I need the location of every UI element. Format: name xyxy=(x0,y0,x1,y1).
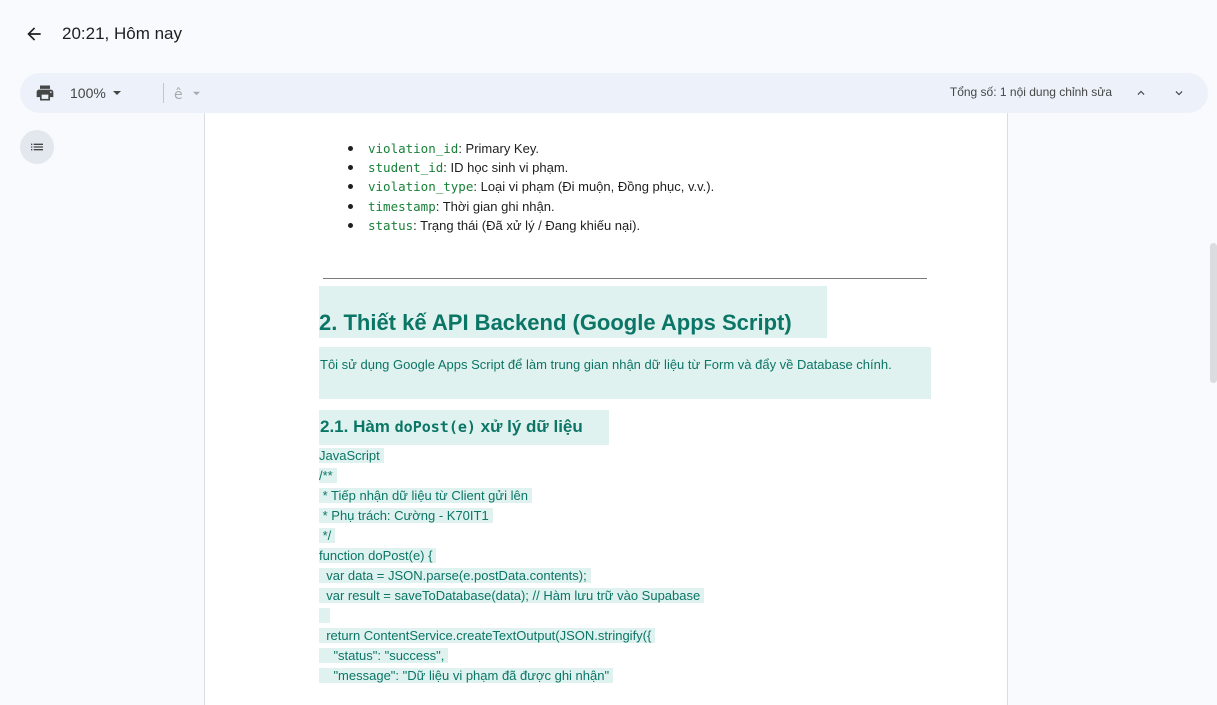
list-item: status: Trạng thái (Đã xử lý / Đang khiế… xyxy=(345,216,714,235)
list-item: student_id: ID học sinh vi phạm. xyxy=(345,158,714,177)
scrollbar-thumb[interactable] xyxy=(1210,243,1217,383)
field-name: violation_type xyxy=(368,179,474,195)
code-line-text: var data = JSON.parse(e.postData.content… xyxy=(319,568,591,583)
svg-text:ê: ê xyxy=(174,87,183,102)
code-line: * Phụ trách: Cường - K70IT1 xyxy=(319,506,704,525)
code-line: /** xyxy=(319,466,704,485)
code-line-text: * Phụ trách: Cường - K70IT1 xyxy=(319,508,493,523)
code-line-text: function doPost(e) { xyxy=(319,548,437,563)
total-edits-label: Tổng số: 1 nội dung chỉnh sửa xyxy=(949,85,1112,99)
code-line: return ContentService.createTextOutput(J… xyxy=(319,626,704,645)
subsection-suffix: xử lý dữ liệu xyxy=(475,417,583,436)
mode-dropdown[interactable]: ê xyxy=(173,83,201,103)
list-item: violation_id: Primary Key. xyxy=(345,139,714,158)
top-bar: 20:21, Hôm nay xyxy=(0,0,1217,70)
arrow-left-icon xyxy=(27,27,41,41)
next-edit-button[interactable] xyxy=(1168,82,1190,104)
document-page: ... violation_id: Primary Key. student_i… xyxy=(204,113,1008,705)
field-name: status xyxy=(368,217,414,233)
field-desc: : Thời gian ghi nhận. xyxy=(435,198,555,214)
caret-down-icon xyxy=(112,91,121,95)
code-line-text: */ xyxy=(319,528,336,543)
zoom-value: 100% xyxy=(70,85,106,101)
field-name: timestamp xyxy=(368,198,436,214)
code-line xyxy=(319,606,704,625)
code-line-text: JavaScript xyxy=(319,448,384,463)
toolbar: 100% ê Tổng số: 1 nội dung chỉnh sửa xyxy=(20,73,1208,113)
code-line: * Tiếp nhận dữ liệu từ Client gửi lên xyxy=(319,486,704,505)
previous-edit-button[interactable] xyxy=(1130,82,1152,104)
subsection-heading: 2.1. Hàm doPost(e) xử lý dữ liệu xyxy=(320,417,583,437)
code-line-text: var result = saveToDatabase(data); // Hà… xyxy=(319,588,705,603)
code-line-text xyxy=(319,608,331,623)
document-viewport[interactable]: ... violation_id: Primary Key. student_i… xyxy=(8,113,1217,705)
code-line: var result = saveToDatabase(data); // Hà… xyxy=(319,586,705,605)
cutoff-heading: ... xyxy=(365,113,383,115)
code-line-text: "status": "success", xyxy=(319,648,449,663)
code-line-text: "message": "Dữ liệu vi phạm đã được ghi … xyxy=(319,668,614,683)
version-title: 20:21, Hôm nay xyxy=(62,24,183,43)
print-button[interactable] xyxy=(34,82,56,104)
field-desc: : Primary Key. xyxy=(458,141,539,156)
code-line-text: return ContentService.createTextOutput(J… xyxy=(319,628,656,643)
code-line: function doPost(e) { xyxy=(319,546,704,565)
list-item: violation_type: Loại vi phạm (Đi muộn, Đ… xyxy=(345,177,714,196)
print-icon xyxy=(36,85,54,101)
field-list: violation_id: Primary Key. student_id: I… xyxy=(345,139,714,235)
code-line: "status": "success", xyxy=(319,646,704,665)
subsection-prefix: 2.1. Hàm xyxy=(320,417,395,436)
spelling-icon: ê xyxy=(174,87,183,102)
subsection-code: doPost(e) xyxy=(394,418,476,436)
list-item: timestamp: Thời gian ghi nhận. xyxy=(345,197,714,216)
section-heading: 2. Thiết kế API Backend (Google Apps Scr… xyxy=(319,310,792,335)
code-line: JavaScript xyxy=(319,446,704,465)
code-line: var data = JSON.parse(e.postData.content… xyxy=(319,566,704,585)
chevron-down-icon xyxy=(1175,91,1183,96)
code-line: */ xyxy=(319,526,704,545)
field-name: violation_id xyxy=(368,141,459,156)
field-desc: : Trạng thái (Đã xử lý / Đang khiếu nại)… xyxy=(413,217,641,233)
caret-down-icon xyxy=(192,91,201,95)
field-desc: : Loại vi phạm (Đi muộn, Đồng phục, v.v.… xyxy=(473,179,715,195)
field-name: student_id xyxy=(368,160,444,176)
zoom-dropdown[interactable]: 100% xyxy=(70,83,122,103)
field-desc: : ID học sinh vi phạm. xyxy=(443,160,569,176)
back-button[interactable] xyxy=(20,20,48,48)
toolbar-divider xyxy=(163,83,164,103)
section-paragraph: Tôi sử dụng Google Apps Script để làm tr… xyxy=(320,357,892,372)
code-line-text: * Tiếp nhận dữ liệu từ Client gửi lên xyxy=(319,488,532,503)
code-block: JavaScript /** * Tiếp nhận dữ liệu từ Cl… xyxy=(319,446,705,686)
horizontal-rule xyxy=(323,278,927,279)
chevron-up-icon xyxy=(1137,90,1145,95)
code-line: "message": "Dữ liệu vi phạm đã được ghi … xyxy=(319,666,704,685)
code-line-text: /** xyxy=(319,468,337,483)
